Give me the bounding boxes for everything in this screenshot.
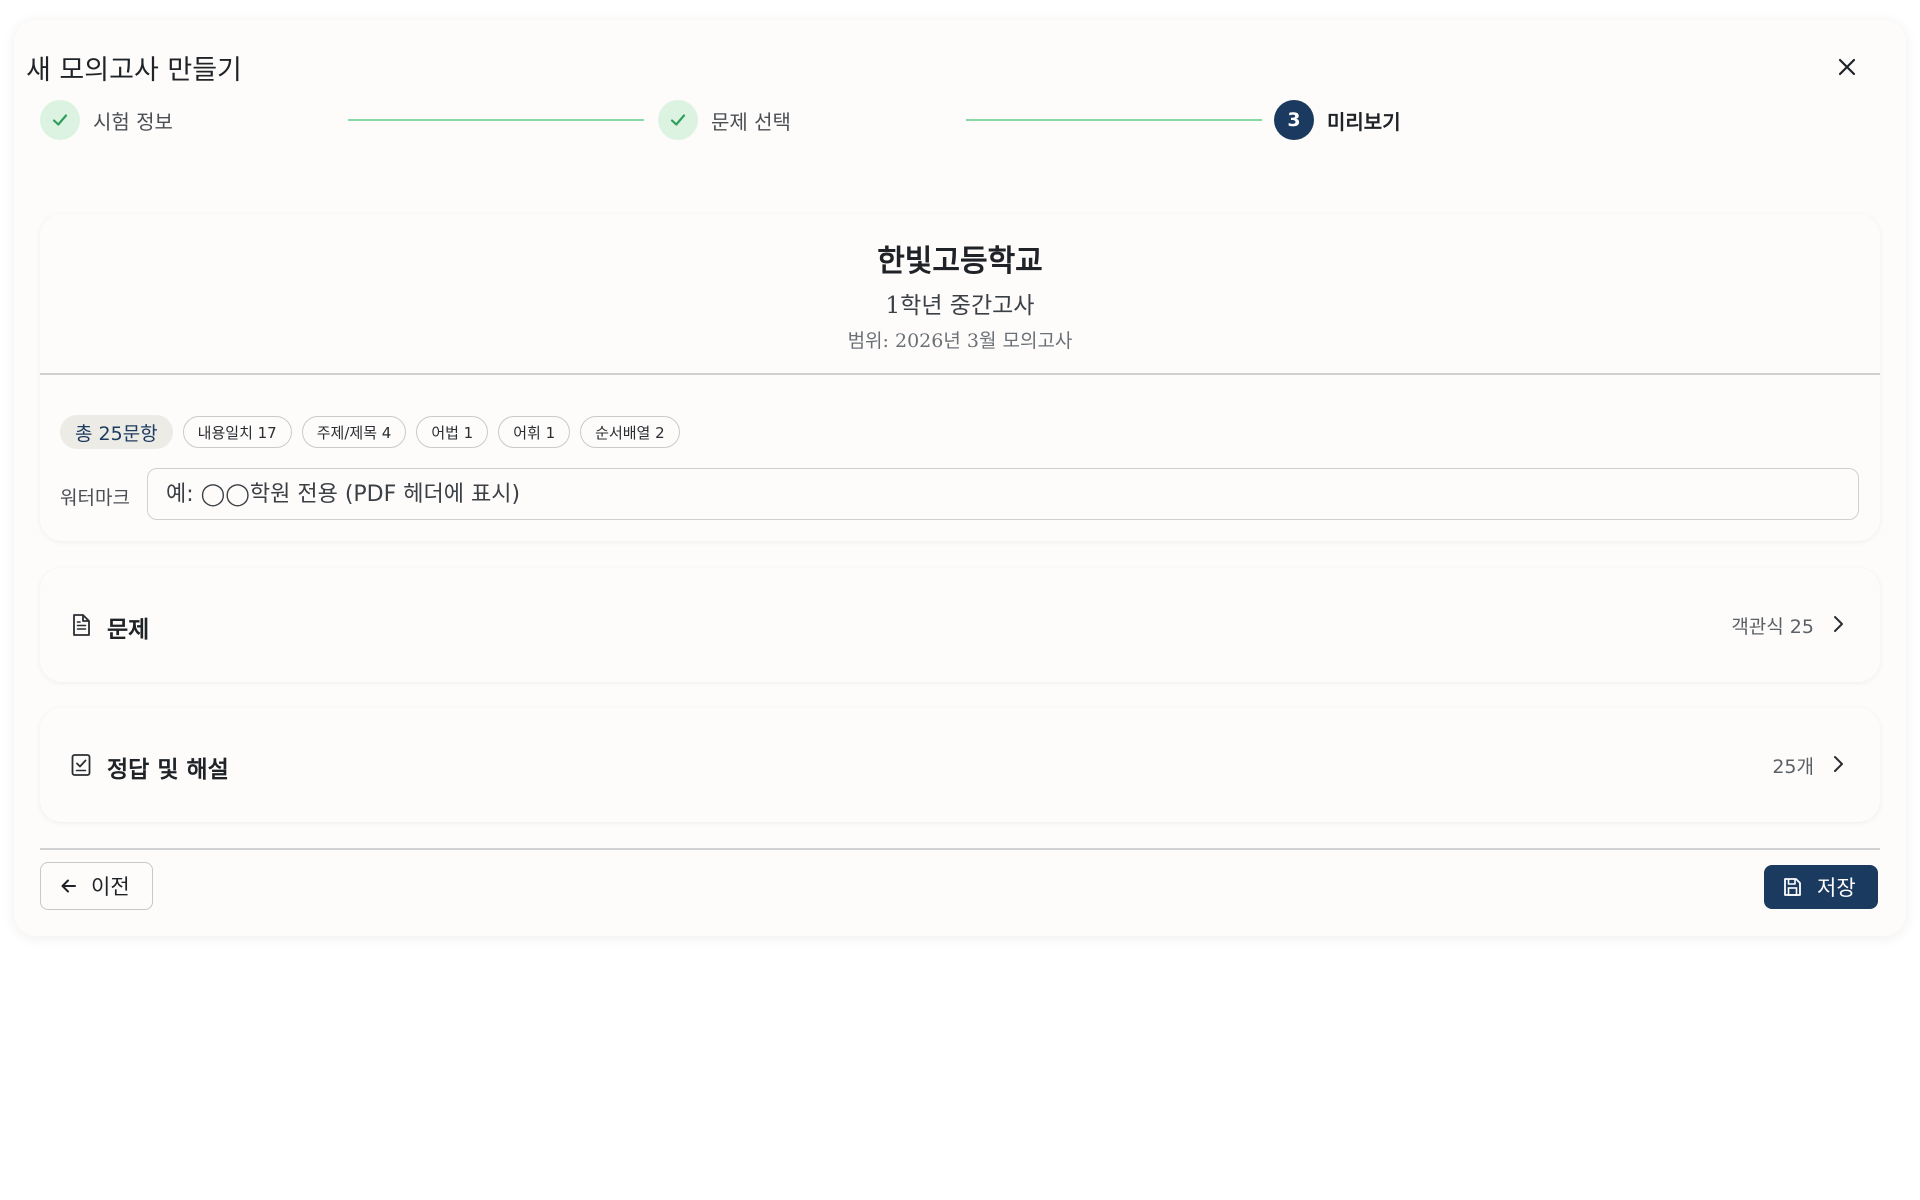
exam-range: 범위: 2026년 3월 모의고사	[0, 326, 1920, 353]
step-label-preview: 미리보기	[1327, 109, 1401, 134]
questions-section[interactable]: 문제 객관식 25	[40, 568, 1880, 682]
previous-button-label: 이전	[91, 875, 130, 899]
document-icon	[73, 614, 90, 636]
previous-button[interactable]: 이전	[40, 862, 153, 910]
type-chip: 순서배열 2	[580, 416, 680, 448]
step-label-exam-info: 시험 정보	[93, 109, 173, 134]
step-label-question-select: 문제 선택	[711, 109, 791, 134]
step-done-indicator	[658, 100, 698, 140]
step-connector	[348, 119, 644, 121]
step-preview: 3 미리보기	[1274, 100, 1401, 140]
step-connector	[966, 119, 1262, 121]
questions-count: 객관식 25	[1731, 616, 1814, 638]
total-count-chip: 총 25문항	[60, 415, 173, 449]
close-button[interactable]	[1832, 52, 1862, 82]
chevron-right-icon	[1834, 616, 1843, 632]
checklist-icon	[71, 754, 91, 776]
exam-name: 1학년 중간고사	[885, 293, 1035, 319]
answers-section[interactable]: 정답 및 해설 25개	[40, 708, 1880, 822]
question-type-chips: 총 25문항 내용일치 17 주제/제목 4 어법 1 어휘 1 순서배열 2	[60, 415, 680, 449]
step-number-badge: 3	[1274, 100, 1314, 140]
close-icon	[1838, 58, 1856, 76]
step-done-indicator	[40, 100, 80, 140]
chevron-right-icon	[1834, 756, 1843, 772]
watermark-input[interactable]	[147, 468, 1859, 520]
check-icon	[52, 114, 68, 126]
questions-section-title: 문제	[107, 617, 150, 643]
type-chip: 내용일치 17	[182, 416, 292, 448]
range-value: 2026년 3월 모의고사	[895, 330, 1073, 352]
type-chip: 어휘 1	[498, 416, 571, 448]
range-label: 범위:	[847, 330, 889, 352]
arrow-left-icon	[61, 879, 76, 893]
save-button-label: 저장	[1817, 876, 1856, 900]
save-icon	[1784, 878, 1801, 896]
modal-title: 새 모의고사 만들기	[26, 55, 242, 86]
type-chip: 어법 1	[416, 416, 489, 448]
answers-section-title: 정답 및 해설	[107, 757, 229, 783]
type-chip: 주제/제목 4	[301, 416, 407, 448]
check-icon	[670, 114, 686, 126]
step-exam-info: 시험 정보	[40, 100, 173, 140]
answers-count: 25개	[1772, 756, 1814, 778]
footer-divider	[40, 848, 1880, 850]
preview-divider	[40, 373, 1880, 375]
school-name: 한빛고등학교	[877, 244, 1043, 279]
step-question-select: 문제 선택	[658, 100, 791, 140]
save-button[interactable]: 저장	[1764, 865, 1878, 909]
watermark-label: 워터마크	[60, 487, 130, 509]
